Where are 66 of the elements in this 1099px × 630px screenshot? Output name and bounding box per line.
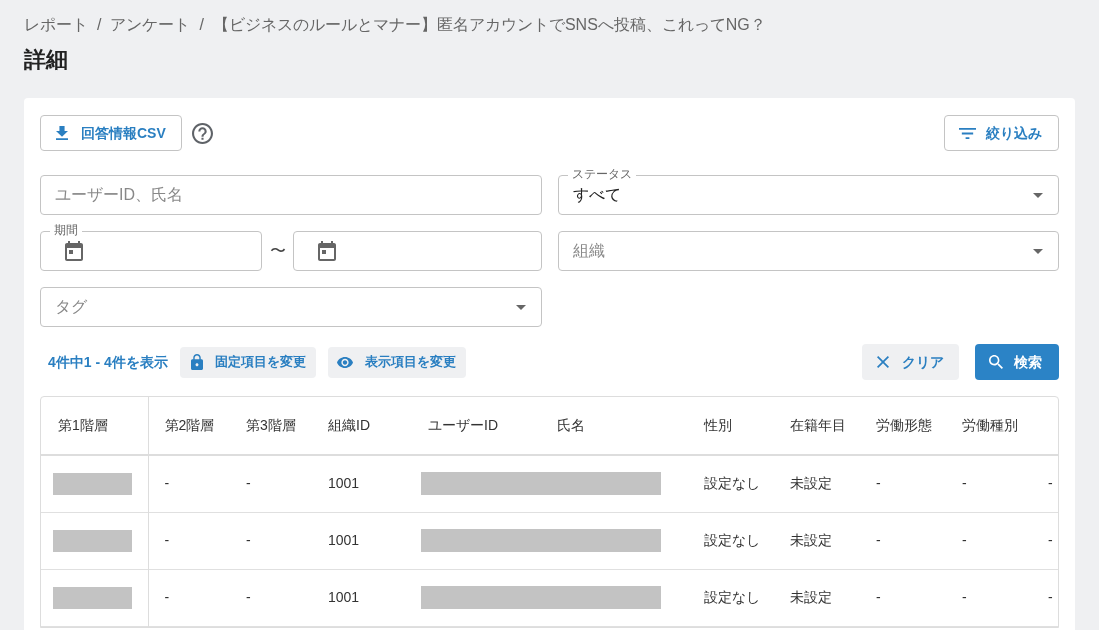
page-title: 詳細 (24, 46, 68, 74)
table-cell: 未設定 (774, 455, 860, 512)
table-cell: 未設定 (774, 512, 860, 569)
field-label: ステータス (567, 166, 636, 182)
table-cell: 設定なし (688, 569, 774, 626)
result-count: 4件中1 - 4件を表示 (48, 352, 168, 372)
table-cell: - (1032, 512, 1058, 569)
range-separator: 〜 (268, 241, 287, 261)
search-field[interactable]: ユーザーID、氏名 (40, 175, 542, 215)
table-cell: 1001 (312, 512, 412, 569)
column-header: 労働種別 (946, 397, 1032, 455)
column-header: 組織ID (312, 397, 412, 455)
eye-icon (336, 356, 353, 368)
table-cell: 設定なし (688, 512, 774, 569)
table-cell: - (860, 455, 946, 512)
column-header: ユーザーID (412, 397, 541, 455)
lock-icon (190, 354, 203, 370)
calendar-icon (65, 241, 83, 261)
column-header: 第2階層 (148, 397, 230, 455)
fixed-columns-button[interactable]: 固定項目を変更 (179, 346, 316, 378)
table-cell: - (230, 512, 312, 569)
table-cell: - (148, 569, 230, 626)
table-cell: - (860, 512, 946, 569)
table-cell: - (1032, 455, 1058, 512)
visible-columns-button[interactable]: 表示項目を変更 (327, 346, 466, 378)
column-header: 第3階層 (230, 397, 312, 455)
organization-select[interactable]: 組織 (557, 231, 1059, 271)
date-field[interactable] (293, 231, 542, 271)
dropdown-caret-icon (1033, 248, 1043, 254)
filter-icon (959, 127, 976, 139)
tag-select[interactable]: タグ (40, 287, 542, 327)
table-cell: 未設定 (774, 569, 860, 626)
breadcrumb-current: 【ビジネスのルールとマナー】匿名アカウントでSNSへ投稿、これってNG？ (212, 15, 766, 35)
table-cell: - (946, 455, 1032, 512)
table-cell: - (230, 569, 312, 626)
table-cell: - (860, 569, 946, 626)
close-icon (877, 356, 889, 368)
search-button[interactable]: 検索 (975, 344, 1059, 380)
breadcrumb-link[interactable]: レポート (24, 13, 88, 37)
table-cell: 1001 (312, 569, 412, 626)
column-header: 性別 (688, 397, 774, 455)
table-cell: - (946, 512, 1032, 569)
table-cell: 設定なし (688, 455, 774, 512)
table-cell: - (148, 455, 230, 512)
breadcrumb-separator: / (199, 15, 204, 35)
column-header: 氏名 (541, 397, 688, 455)
table-cell: - (1032, 569, 1058, 626)
column-header: 在籍年目 (774, 397, 860, 455)
calendar-icon (318, 241, 337, 261)
clear-button[interactable]: クリア (862, 344, 959, 380)
field-label: 期間 (50, 222, 82, 238)
table-cell: - (230, 455, 312, 512)
table-cell: - (946, 569, 1032, 626)
column-header: 第1階層 (41, 397, 148, 455)
column-header: 労働形態 (860, 397, 946, 455)
filter-button[interactable]: 絞り込み (944, 115, 1059, 151)
search-icon (989, 355, 1003, 369)
dropdown-caret-icon (1033, 192, 1043, 198)
breadcrumb-separator: / (97, 15, 102, 35)
help-icon[interactable] (191, 122, 213, 144)
csv-download-button[interactable]: 回答情報CSV (40, 115, 182, 151)
breadcrumb-link[interactable]: アンケート (110, 13, 191, 37)
download-icon (56, 126, 68, 140)
table-cell: 1001 (312, 455, 412, 512)
table-cell: - (148, 512, 230, 569)
dropdown-caret-icon (515, 304, 526, 310)
